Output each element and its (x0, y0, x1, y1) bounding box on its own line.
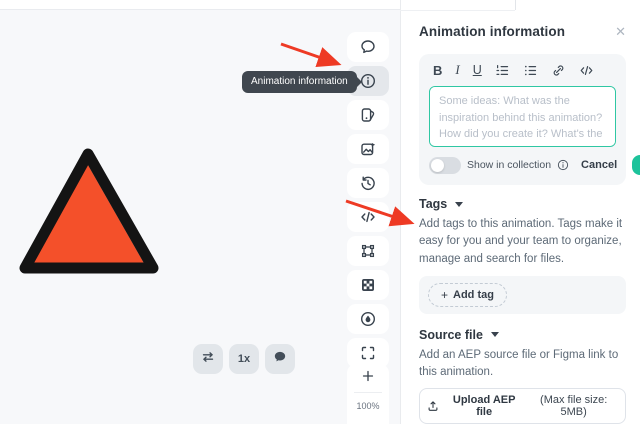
code-format-icon (579, 63, 594, 78)
code-format-button[interactable] (579, 63, 594, 78)
chat-bubble-icon (272, 349, 288, 370)
transform-box-icon (359, 242, 377, 260)
insert-link-button[interactable] (551, 63, 566, 78)
bullet-list-icon (523, 63, 538, 78)
loop-icon (200, 349, 216, 370)
collection-info-icon (557, 159, 569, 171)
zoom-in-button[interactable] (347, 364, 389, 392)
close-icon[interactable]: ✕ (615, 25, 626, 38)
image-export-tool-button[interactable] (347, 134, 389, 164)
source-file-collapse-caret-icon[interactable] (491, 332, 499, 337)
underline-button[interactable]: U (473, 63, 482, 77)
panel-title: Animation information (419, 24, 565, 39)
comment-icon (359, 38, 377, 56)
panel-header: Animation information ✕ (419, 24, 626, 39)
history-icon (359, 174, 377, 192)
swatchbook-icon (359, 106, 377, 124)
image-export-icon (359, 140, 377, 158)
animation-information-panel: Animation information ✕ B I U (400, 0, 640, 424)
source-file-section: Source file Add an AEP source file or Fi… (419, 328, 626, 424)
plus-icon (360, 368, 376, 389)
toggle-knob (431, 159, 444, 172)
description-editor-card: B I U (419, 54, 626, 185)
ordered-list-button[interactable] (495, 63, 510, 78)
triangle-animation (8, 138, 173, 288)
upload-aep-hint: (Max file size: 5MB) (528, 394, 619, 418)
background-color-icon (359, 310, 377, 328)
tags-title: Tags (419, 197, 447, 211)
plus-icon: + (441, 288, 448, 302)
top-header-strip (0, 0, 400, 10)
version-history-tool-button[interactable] (347, 168, 389, 198)
zoom-widget: 100% (347, 364, 389, 424)
tooltip-animation-information: Animation information (242, 71, 357, 93)
save-button[interactable]: Save (632, 155, 640, 175)
show-in-collection-label: Show in collection (467, 159, 551, 171)
tags-collapse-caret-icon[interactable] (455, 202, 463, 207)
checkerboard-icon (359, 276, 377, 294)
comments-button[interactable] (265, 344, 295, 374)
zoom-level[interactable]: 100% (356, 393, 379, 411)
add-tag-container: + Add tag (419, 276, 626, 314)
tags-section: Tags Add tags to this animation. Tags ma… (419, 197, 626, 314)
speed-button[interactable]: 1x (229, 344, 259, 374)
editor-footer: Show in collection Cancel Save (429, 155, 616, 175)
fullscreen-icon (359, 344, 377, 362)
format-toolbar: B I U (429, 62, 616, 78)
background-color-tool-button[interactable] (347, 304, 389, 334)
transform-tool-button[interactable] (347, 236, 389, 266)
italic-button[interactable]: I (455, 62, 459, 78)
tags-header: Tags (419, 197, 626, 211)
show-in-collection-toggle[interactable] (429, 157, 461, 174)
description-input[interactable] (429, 86, 616, 147)
bullet-list-button[interactable] (523, 63, 538, 78)
header-divider-tick (515, 0, 516, 10)
checkerboard-background-tool-button[interactable] (347, 270, 389, 300)
app-window: 1x (0, 0, 640, 424)
add-tag-button[interactable]: + Add tag (428, 283, 507, 307)
embed-code-tool-button[interactable] (347, 202, 389, 232)
loop-button[interactable] (193, 344, 223, 374)
theme-swatch-tool-button[interactable] (347, 100, 389, 130)
source-file-title: Source file (419, 328, 483, 342)
ordered-list-icon (495, 63, 510, 78)
cancel-button[interactable]: Cancel (581, 159, 617, 171)
code-icon (359, 208, 377, 226)
speed-label: 1x (238, 353, 250, 365)
source-file-description: Add an AEP source file or Figma link to … (419, 347, 626, 382)
triangle-fill-offset (21, 158, 149, 272)
link-icon (551, 63, 566, 78)
tags-description: Add tags to this animation. Tags make it… (419, 216, 626, 268)
header-hairline (400, 10, 515, 11)
comments-tool-button[interactable] (347, 32, 389, 62)
add-tag-label: Add tag (453, 289, 494, 301)
animation-canvas[interactable]: 1x (0, 0, 400, 424)
source-file-header: Source file (419, 328, 626, 342)
bold-button[interactable]: B (433, 63, 442, 78)
playback-controls: 1x (193, 344, 295, 374)
upload-aep-button[interactable]: Upload AEP file (Max file size: 5MB) (419, 388, 626, 424)
upload-icon (426, 399, 440, 413)
upload-aep-label: Upload AEP file (446, 394, 522, 418)
